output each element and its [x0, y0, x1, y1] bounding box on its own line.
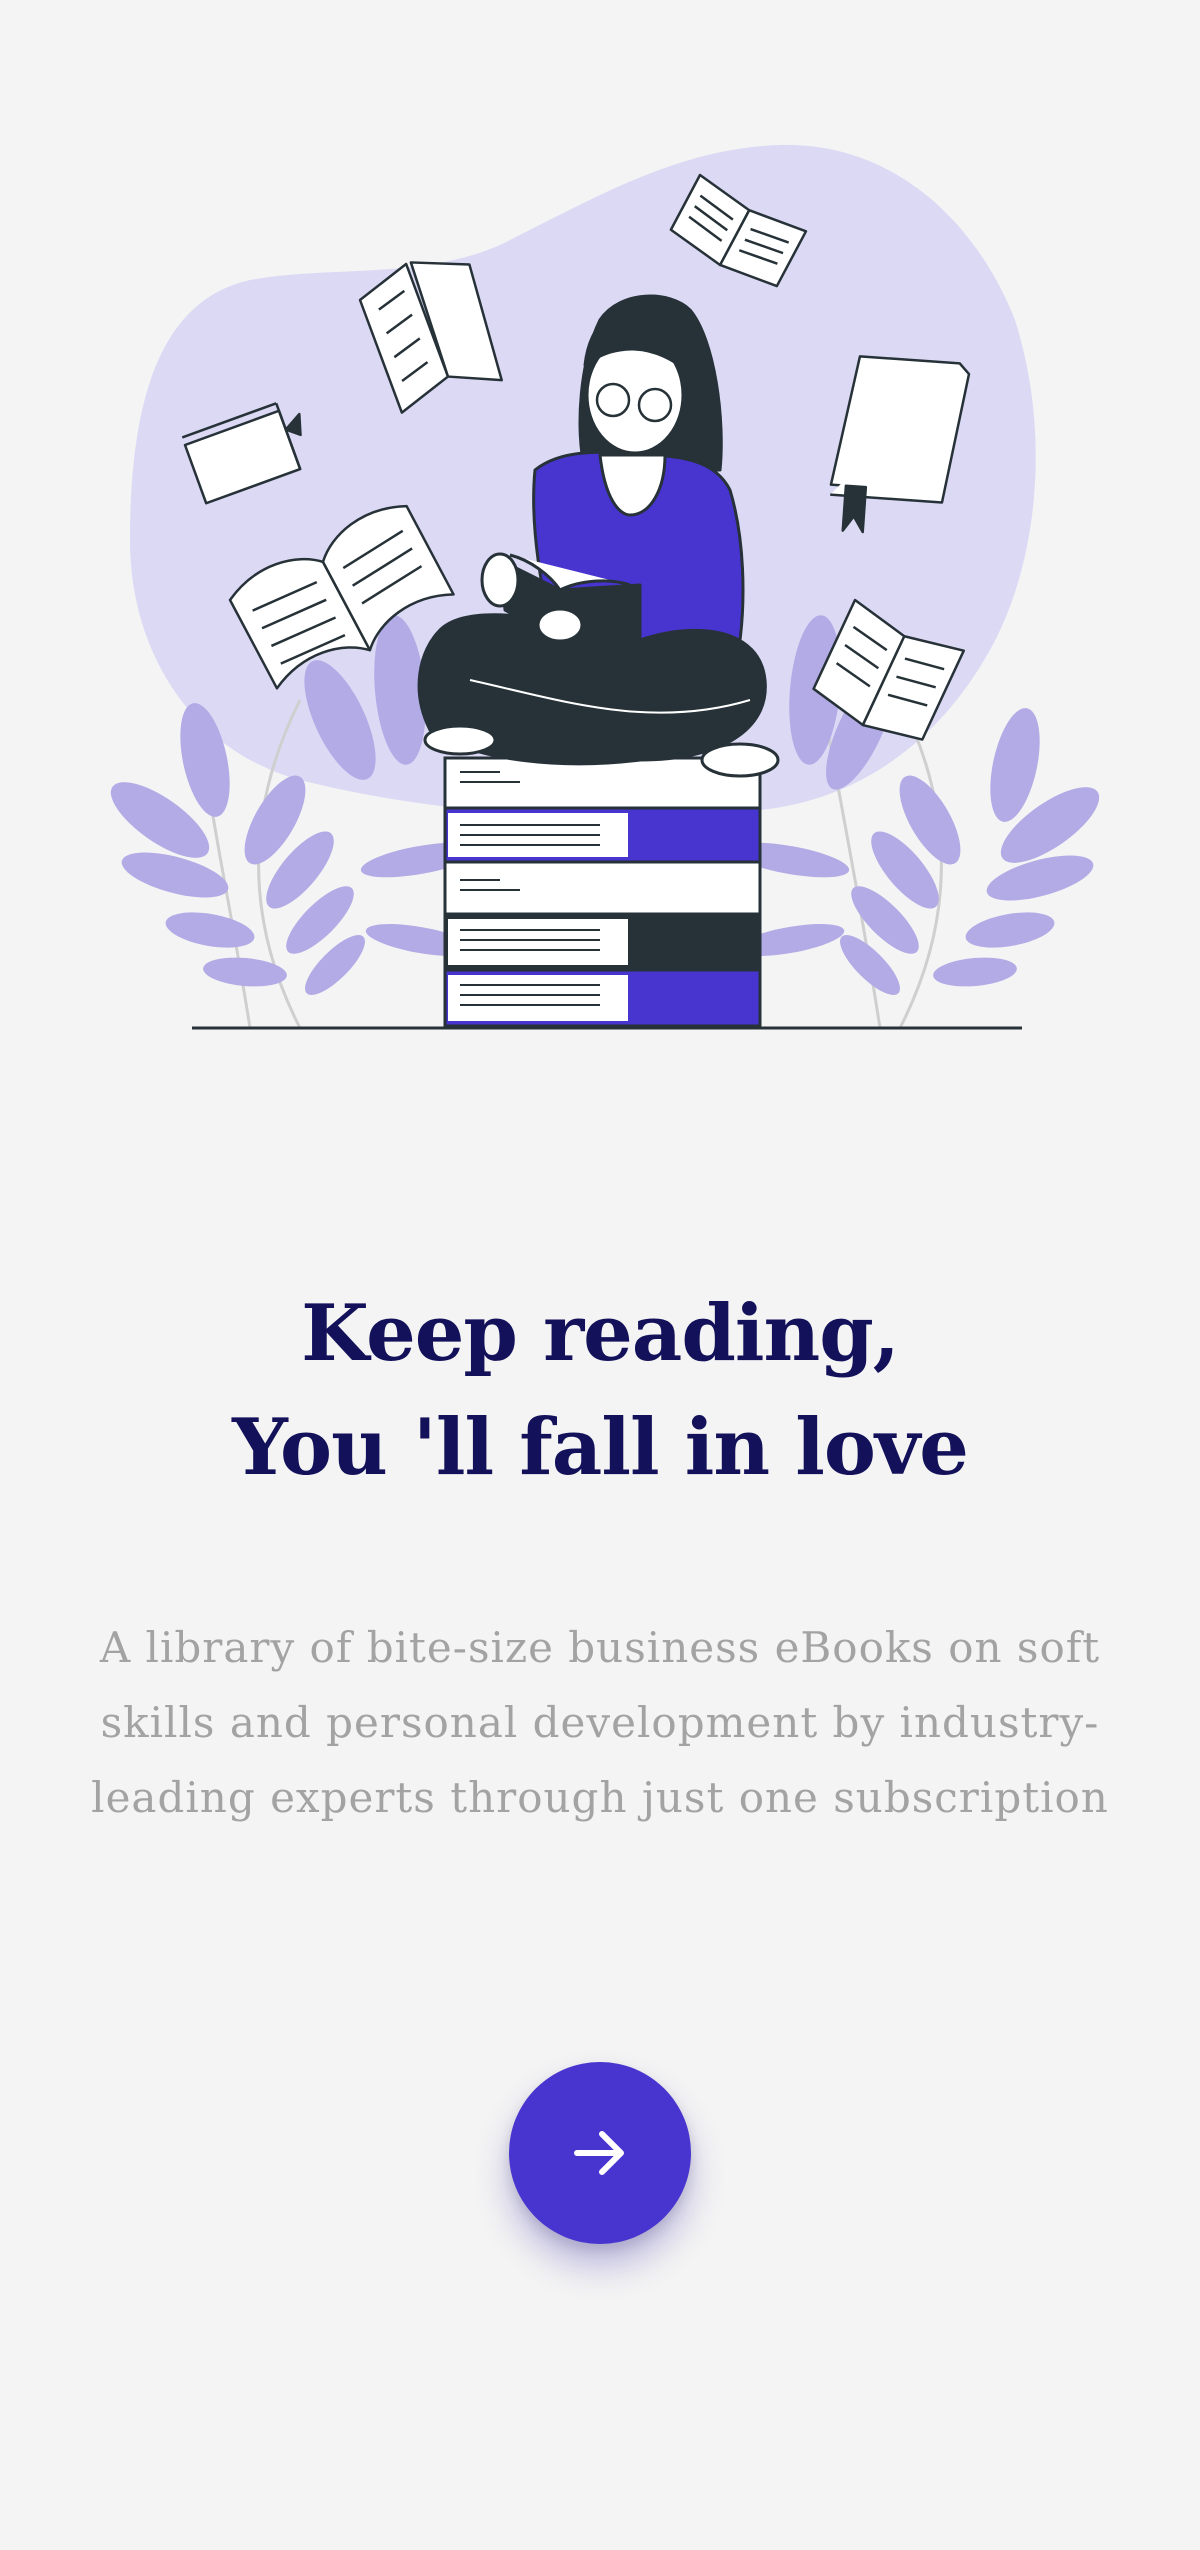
next-button[interactable] [509, 2062, 691, 2244]
headline-line-1: Keep reading, [301, 1288, 900, 1380]
onboarding-headline: Keep reading, You 'll fall in love [0, 1277, 1200, 1505]
arrow-right-icon [574, 2131, 624, 2175]
onboarding-description: A library of bite-size business eBooks o… [91, 1623, 1109, 1822]
headline-line-2: You 'll fall in love [232, 1402, 969, 1494]
book-stack [443, 756, 762, 1028]
hero-illustration [0, 0, 1200, 1060]
reading-woman-illustration [110, 144, 1100, 1030]
